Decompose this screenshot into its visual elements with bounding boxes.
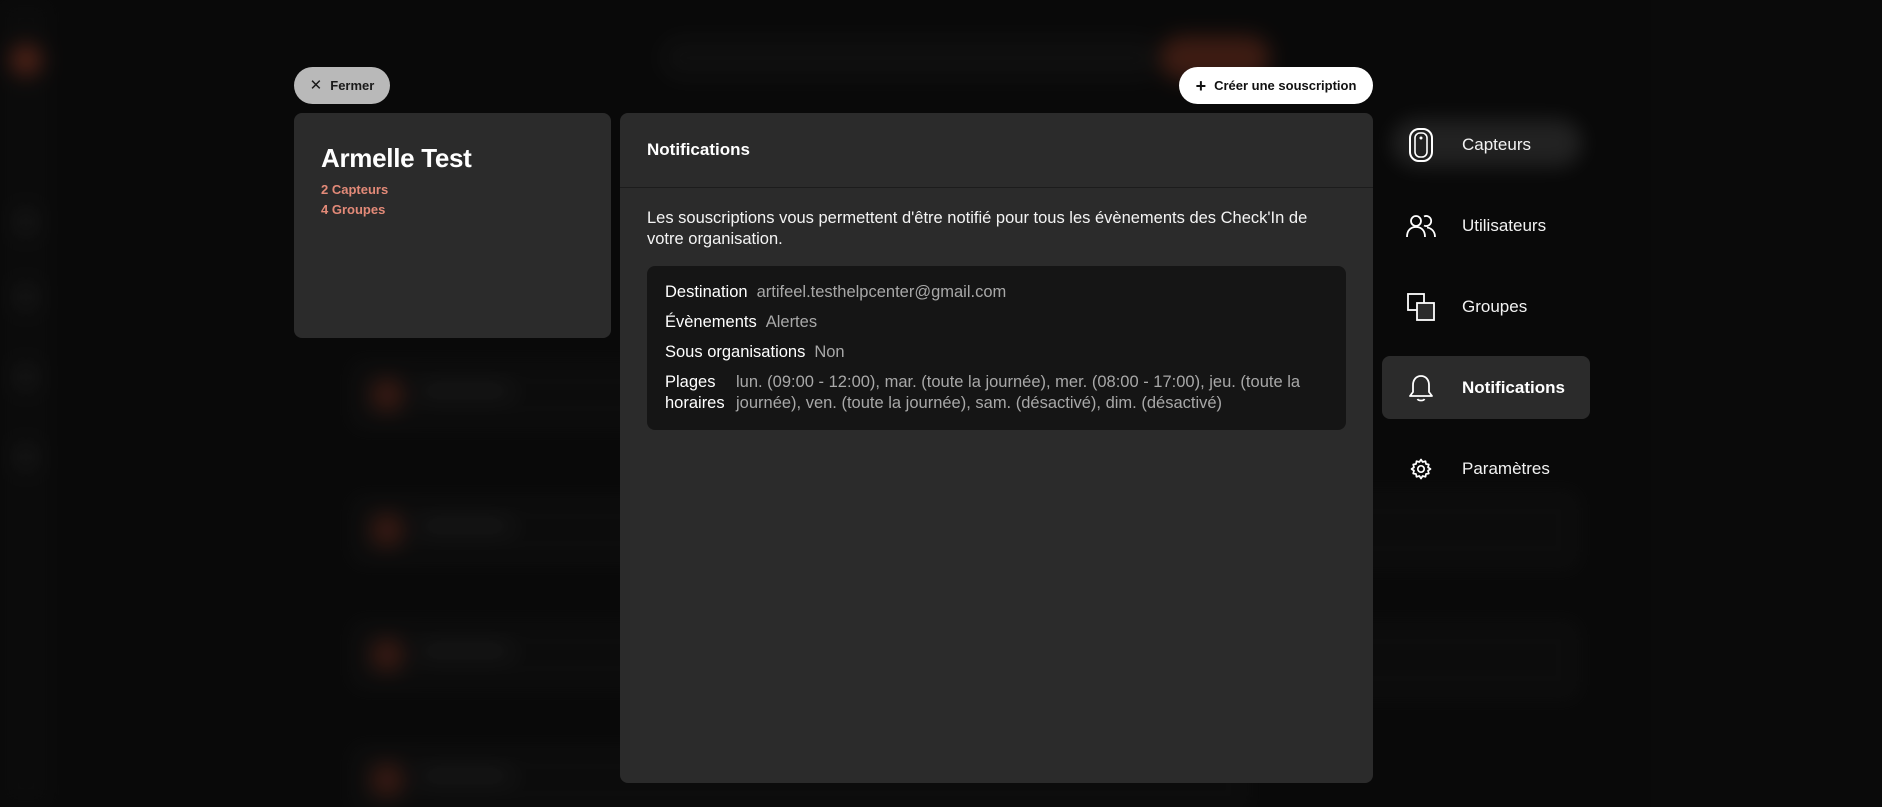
events-label: Évènements xyxy=(665,313,757,331)
nav-item-groupes[interactable]: Groupes xyxy=(1382,275,1590,338)
nav-item-parametres[interactable]: Paramètres xyxy=(1382,437,1590,500)
nav-item-utilisateurs[interactable]: Utilisateurs xyxy=(1382,194,1590,257)
panel-description: Les souscriptions vous permettent d'être… xyxy=(647,209,1308,248)
app-stage: ✕ Fermer + Créer une souscription Armell… xyxy=(0,0,1882,807)
plus-icon: + xyxy=(1195,75,1207,96)
events-value: Alertes xyxy=(765,313,818,331)
create-subscription-label: Créer une souscription xyxy=(1214,78,1357,93)
panel-body: Les souscriptions vous permettent d'être… xyxy=(620,188,1373,450)
nav-item-capteurs[interactable]: Capteurs xyxy=(1382,113,1590,176)
subscription-destination-row: Destination artifeel.testhelpcenter@gmai… xyxy=(665,282,1328,303)
nav-label-capteurs: Capteurs xyxy=(1462,134,1531,154)
subscription-card[interactable]: Destination artifeel.testhelpcenter@gmai… xyxy=(647,266,1346,430)
nav-label-groupes: Groupes xyxy=(1462,296,1528,316)
notifications-panel: Notifications Les souscriptions vous per… xyxy=(620,113,1373,783)
create-subscription-button[interactable]: + Créer une souscription xyxy=(1179,67,1373,104)
bell-icon xyxy=(1405,372,1437,404)
profile-card: Armelle Test 2 Capteurs 4 Groupes xyxy=(294,113,611,338)
groups-icon xyxy=(1405,291,1437,323)
nav-item-notifications[interactable]: Notifications xyxy=(1382,356,1590,419)
subscription-events-row: Évènements Alertes xyxy=(665,312,1328,333)
profile-sensors-link[interactable]: 2 Capteurs xyxy=(321,180,584,200)
nav-label-notifications: Notifications xyxy=(1462,377,1565,397)
profile-groups-link[interactable]: 4 Groupes xyxy=(321,200,584,220)
profile-name: Armelle Test xyxy=(321,143,472,173)
close-icon: ✕ xyxy=(309,77,323,94)
suborg-value: Non xyxy=(814,343,845,361)
destination-value: artifeel.testhelpcenter@gmail.com xyxy=(756,283,1007,301)
panel-title: Notifications xyxy=(620,113,1373,188)
schedule-value: lun. (09:00 - 12:00), mar. (toute la jou… xyxy=(736,373,1301,412)
nav-label-utilisateurs: Utilisateurs xyxy=(1462,215,1547,235)
schedule-label: Plages horaires xyxy=(665,373,725,412)
close-button-label: Fermer xyxy=(330,78,375,93)
subscription-schedule-row: Plages horaires lun. (09:00 - 12:00), ma… xyxy=(665,372,1328,414)
sensor-icon xyxy=(1405,127,1437,162)
destination-label: Destination xyxy=(665,283,748,301)
nav-label-parametres: Paramètres xyxy=(1462,458,1550,478)
close-button[interactable]: ✕ Fermer xyxy=(294,67,390,104)
users-icon xyxy=(1405,210,1437,242)
right-nav: Capteurs Utilisateurs Groupes Notificati… xyxy=(1382,113,1590,518)
suborg-label: Sous organisations xyxy=(665,343,806,361)
gear-icon xyxy=(1405,453,1437,485)
subscription-suborg-row: Sous organisations Non xyxy=(665,342,1328,363)
